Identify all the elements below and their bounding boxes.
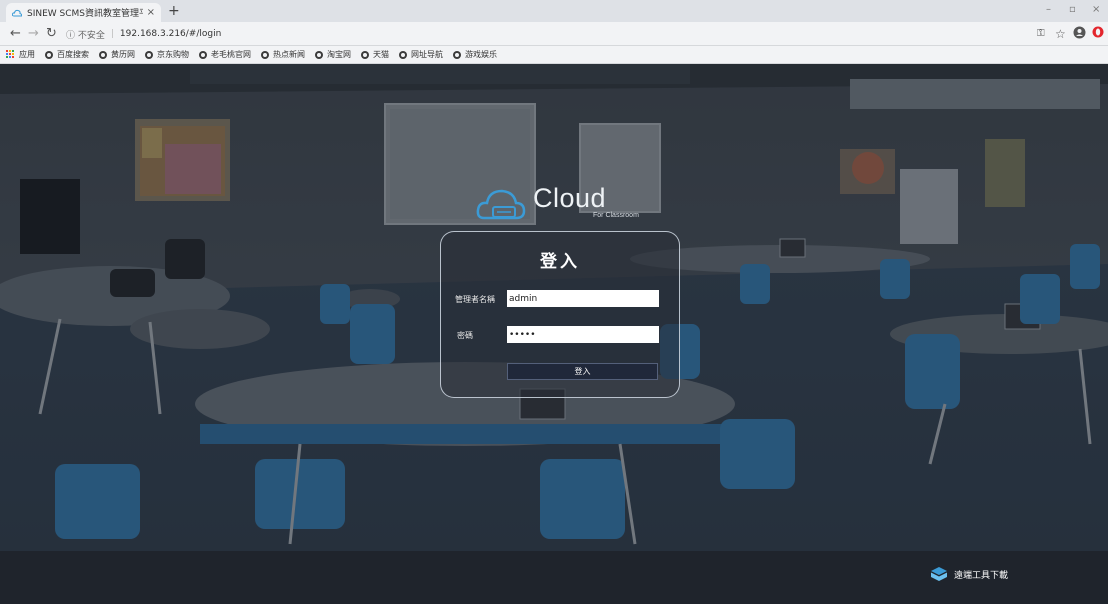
reload-icon[interactable]: ↻: [46, 26, 57, 42]
bookmark-label: 京东购物: [157, 50, 189, 59]
url-separator: |: [110, 29, 114, 39]
remote-tool-download-link[interactable]: 遠端工具下載: [930, 566, 1008, 582]
globe-icon: [315, 50, 323, 59]
url-text[interactable]: 192.168.3.216/#/login: [120, 29, 221, 39]
login-form: 登入 管理者名稱 密碼 登入: [440, 231, 680, 398]
minimize-icon[interactable]: –: [1046, 4, 1051, 15]
bookmark-apps[interactable]: 应用: [6, 49, 35, 60]
profile-icon[interactable]: [1073, 26, 1086, 43]
bookmark-label: 百度搜索: [57, 50, 89, 59]
bookmark-label: 淘宝网: [327, 50, 351, 59]
browser-tab[interactable]: SINEW SCMS資訊教室管理平台 ×: [6, 3, 161, 22]
security-indicator[interactable]: ⓘ 不安全: [66, 28, 105, 41]
brand-subtitle: For Classroom: [593, 212, 639, 219]
bookmark-item[interactable]: 百度搜索: [45, 49, 89, 60]
opera-extension-icon[interactable]: [1092, 26, 1104, 42]
bookmark-item[interactable]: 老毛桃官网: [199, 49, 251, 60]
password-label: 密碼: [457, 331, 473, 340]
bookmark-label: 老毛桃官网: [211, 50, 251, 59]
download-box-icon: [931, 567, 947, 581]
maximize-icon[interactable]: ▫: [1069, 4, 1076, 15]
bookmark-item[interactable]: 热点新闻: [261, 49, 305, 60]
cloud-favicon-icon: [12, 8, 22, 18]
globe-icon: [45, 50, 53, 59]
login-button[interactable]: 登入: [507, 363, 658, 380]
bookmark-star-icon[interactable]: ☆: [1055, 26, 1066, 42]
bookmark-item[interactable]: 京东购物: [145, 49, 189, 60]
apps-grid-icon: [6, 50, 15, 59]
forward-icon[interactable]: →: [28, 26, 39, 42]
bookmark-label: 应用: [19, 50, 35, 59]
bookmark-item[interactable]: 淘宝网: [315, 49, 351, 60]
bookmark-label: 黄历网: [111, 50, 135, 59]
bookmark-item[interactable]: 天猫: [361, 49, 389, 60]
footer-bar: 遠端工具下載: [0, 551, 1108, 604]
new-tab-button[interactable]: +: [168, 3, 180, 19]
key-icon[interactable]: ⚿: [1037, 26, 1045, 42]
globe-icon: [361, 50, 369, 59]
bookmark-label: 热点新闻: [273, 50, 305, 59]
globe-icon: [261, 50, 269, 59]
globe-icon: [399, 50, 407, 59]
bookmark-item[interactable]: 黄历网: [99, 49, 135, 60]
address-bar[interactable]: ⓘ 不安全 | 192.168.3.216/#/login: [66, 25, 221, 43]
back-icon[interactable]: ←: [10, 26, 21, 42]
tab-title: SINEW SCMS資訊教室管理平台: [27, 9, 143, 19]
globe-icon: [99, 50, 107, 59]
bookmark-item[interactable]: 网址导航: [399, 49, 443, 60]
bookmark-item[interactable]: 游戏娱乐: [453, 49, 497, 60]
globe-icon: [145, 50, 153, 59]
username-input[interactable]: [507, 290, 659, 307]
cloud-logo: Cloud For Classroom: [476, 183, 676, 227]
bookmark-label: 网址导航: [411, 50, 443, 59]
cloud-classroom-icon: [476, 189, 526, 220]
download-label: 遠端工具下載: [954, 570, 1009, 581]
bookmark-label: 游戏娱乐: [465, 50, 497, 59]
globe-icon: [453, 50, 461, 59]
username-label: 管理者名稱: [455, 295, 495, 304]
bookmarks-bar: 应用 百度搜索 黄历网 京东购物 老毛桃官网 热点新闻 淘宝网 天猫 网址导航 …: [0, 46, 1108, 64]
tab-strip: SINEW SCMS資訊教室管理平台 × + – ▫ ×: [0, 0, 1108, 22]
brand-name: Cloud: [533, 183, 607, 213]
bookmark-label: 天猫: [373, 50, 389, 59]
tab-close-icon[interactable]: ×: [147, 7, 155, 18]
password-input[interactable]: [507, 326, 659, 343]
address-toolbar: ← → ↻ ⓘ 不安全 | 192.168.3.216/#/login ⚿ ☆: [0, 22, 1108, 46]
close-window-icon[interactable]: ×: [1092, 4, 1100, 15]
globe-icon: [199, 50, 207, 59]
login-page: Cloud For Classroom 登入 管理者名稱 密碼 登入 遠端工具下…: [0, 64, 1108, 604]
login-title: 登入: [540, 252, 580, 272]
